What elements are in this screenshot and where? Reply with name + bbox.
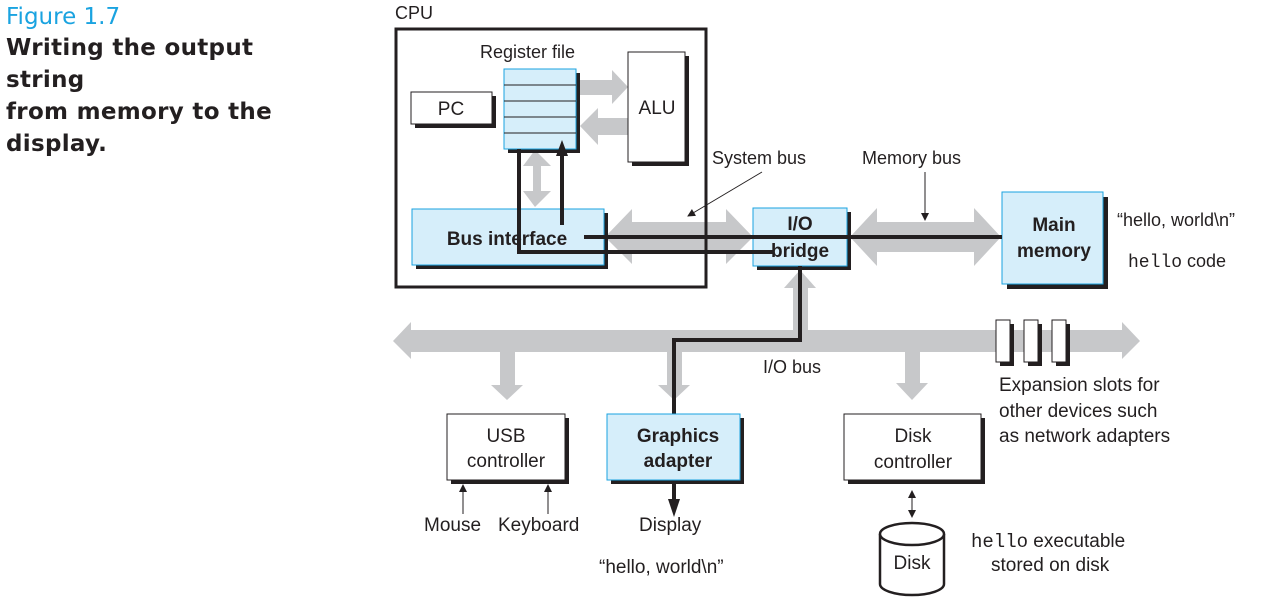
disk-controller-label-line2: controller: [874, 452, 953, 473]
expansion-slots: [995, 319, 1070, 366]
disk-note-mono: hello: [971, 531, 1028, 553]
system-bus-pointer: [687, 171, 763, 217]
regfile-to-alu-arrow: [580, 70, 628, 104]
disk-note-rest: executable: [1028, 531, 1125, 552]
register-file: [503, 68, 577, 150]
disk-label: Disk: [894, 553, 931, 574]
usb-drop-arrow: [491, 352, 523, 400]
io-bridge-label-line2: bridge: [771, 241, 829, 262]
graphics-label-line2: adapter: [644, 451, 713, 472]
main-memory-label-line2: memory: [1017, 241, 1091, 262]
io-bus-label: I/O bus: [763, 357, 821, 377]
memory-code-note-rest: code: [1182, 251, 1226, 271]
disk-drop-arrow: [896, 352, 928, 400]
usb-label-line2: controller: [467, 451, 546, 472]
disk-note-line1: hello executable: [971, 531, 1125, 553]
register-file-label: Register file: [480, 42, 575, 62]
display-label: Display: [639, 515, 702, 536]
hardware-diagram: CPU Register file PC ALU Bus interface I…: [393, 3, 1235, 597]
expansion-slot: [1023, 319, 1039, 363]
regfile-businterface-arrow: [523, 150, 551, 207]
disk-controller-label-line1: Disk: [895, 426, 932, 447]
expansion-note-line2: other devices such: [999, 401, 1157, 422]
expansion-note-line1: Expansion slots for: [999, 375, 1160, 396]
disk-note-line2: stored on disk: [991, 555, 1110, 576]
alu-label: ALU: [639, 98, 676, 119]
alu-to-regfile-arrow: [580, 108, 628, 145]
io-bridge-label-line1: I/O: [787, 214, 812, 235]
keyboard-label: Keyboard: [498, 515, 579, 536]
cpu-label: CPU: [395, 3, 433, 23]
memory-string-note: “hello, world\n”: [1117, 210, 1235, 230]
bus-interface-label: Bus interface: [447, 229, 567, 250]
expansion-slot: [1051, 319, 1067, 363]
usb-label-line1: USB: [486, 426, 525, 447]
memory-code-note-mono: hello: [1128, 253, 1182, 273]
main-memory: [1001, 191, 1104, 285]
pc-label: PC: [438, 99, 464, 120]
memory-bus-label: Memory bus: [862, 148, 961, 168]
mouse-label: Mouse: [424, 515, 481, 536]
graphics-label-line1: Graphics: [637, 426, 719, 447]
expansion-slot: [995, 319, 1011, 363]
display-string-note: “hello, world\n”: [599, 557, 724, 578]
system-bus-label: System bus: [712, 148, 806, 168]
main-memory-label-line1: Main: [1032, 215, 1075, 236]
memory-code-note: hello code: [1128, 251, 1226, 273]
expansion-note-line3: as network adapters: [999, 426, 1170, 447]
